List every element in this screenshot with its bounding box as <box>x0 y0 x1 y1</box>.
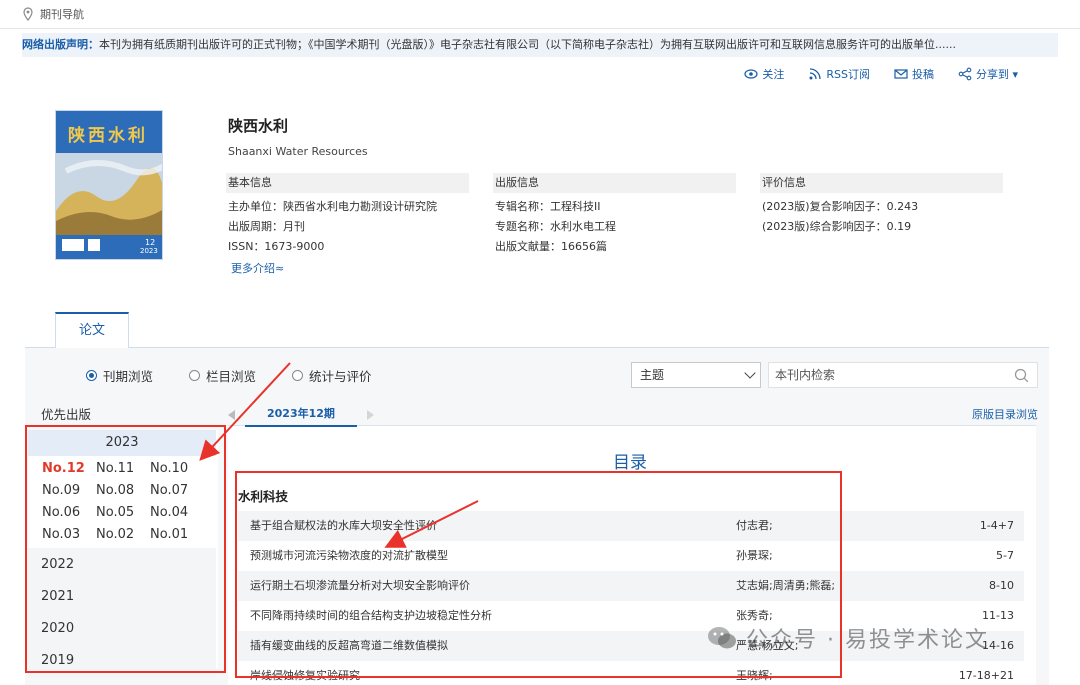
watermark-text: 公众号 · 易投学术论文 <box>746 628 989 653</box>
annotation-arrow-right <box>384 500 479 548</box>
annotation-arrows <box>199 362 479 548</box>
wechat-icon <box>708 627 736 649</box>
watermark: 公众号 · 易投学术论文 <box>706 622 989 654</box>
annotation-arrow-left <box>199 362 291 461</box>
